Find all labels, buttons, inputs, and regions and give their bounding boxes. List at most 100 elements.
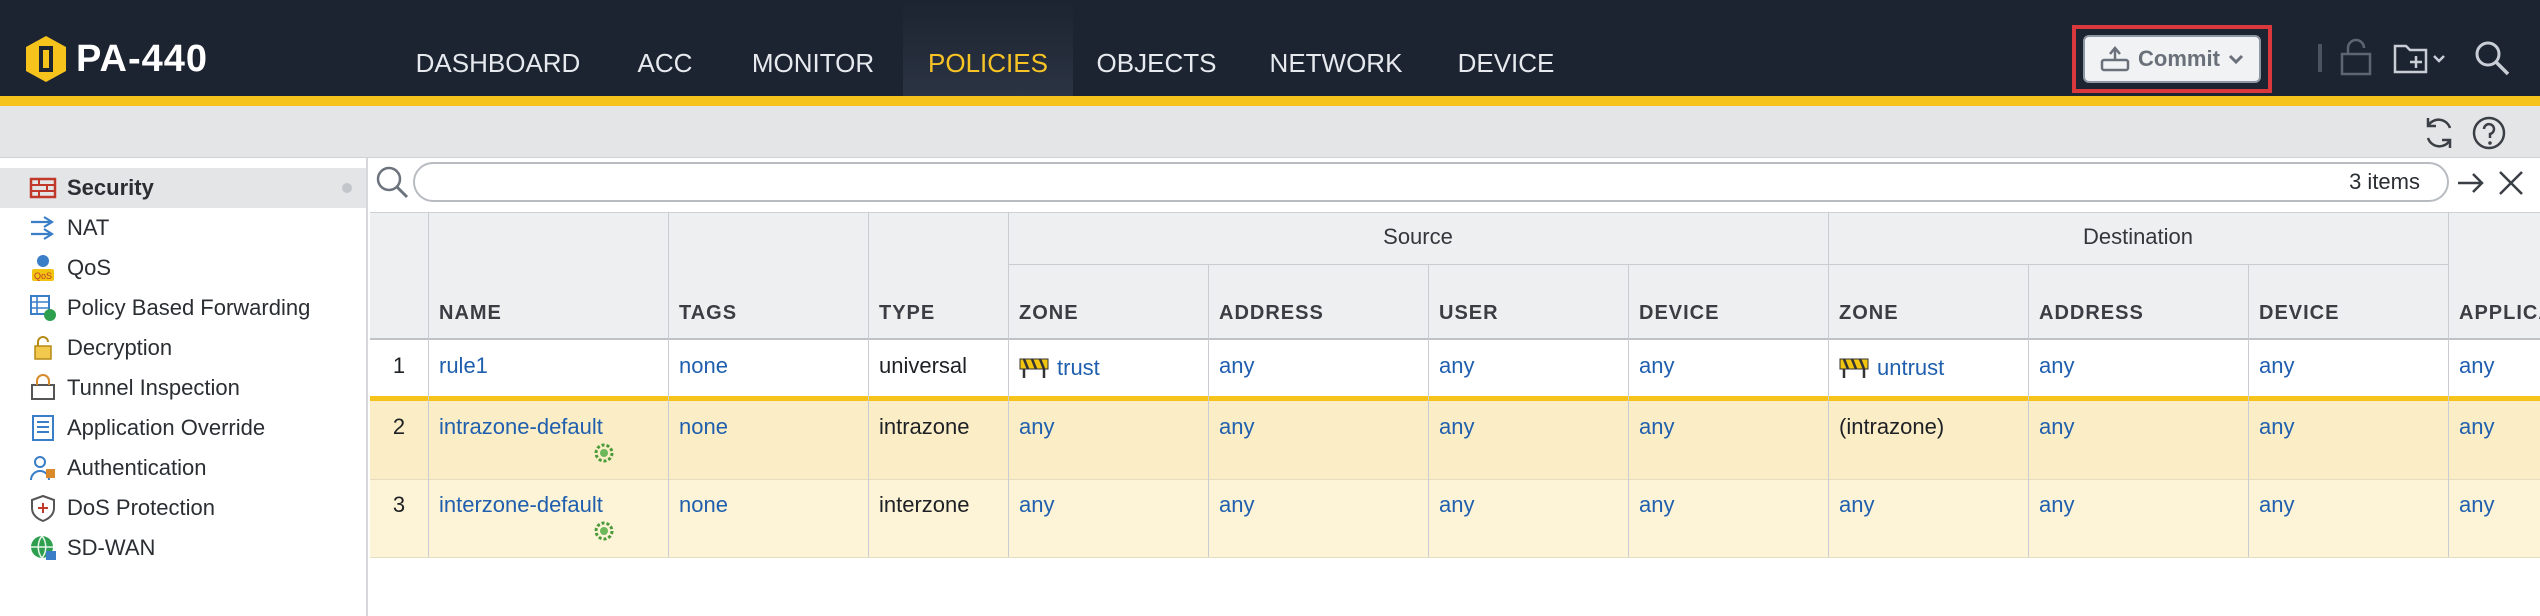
source-address-value[interactable]: any [1219, 491, 1254, 519]
source-user-value[interactable]: any [1439, 352, 1474, 380]
source-device-value[interactable]: any [1639, 413, 1674, 441]
tab-acc[interactable]: ACC [612, 0, 718, 96]
col-divider [1828, 212, 1829, 557]
destination-address-value[interactable]: any [2039, 352, 2074, 380]
sidebar-item-label: Application Override [67, 415, 266, 440]
commit-label: Commit [2138, 46, 2220, 71]
tab-objects[interactable]: OBJECTS [1090, 0, 1223, 96]
source-zone-value[interactable]: any [1019, 491, 1054, 519]
destination-device-value[interactable]: any [2259, 491, 2294, 519]
sidebar-item-label: Decryption [67, 335, 173, 360]
lock-icon [34, 336, 52, 360]
zone-barrier-icon [1019, 358, 1049, 378]
pbf-icon [30, 295, 56, 321]
source-device-value[interactable]: any [1639, 491, 1674, 519]
svg-text:QoS: QoS [34, 271, 52, 281]
source-user-value[interactable]: any [1439, 413, 1474, 441]
col-header-destination-device[interactable]: DEVICE [2259, 302, 2339, 325]
source-address-value[interactable]: any [1219, 352, 1254, 380]
application-value[interactable]: any [2459, 413, 2494, 441]
col-header-source-address[interactable]: ADDRESS [1219, 302, 1324, 325]
zone-barrier-icon [1839, 358, 1869, 378]
rule-name-link[interactable]: rule1 [439, 352, 488, 380]
group-header-destination: Destination [2082, 224, 2194, 249]
sidebar-item-pbf[interactable]: Policy Based Forwarding [0, 288, 366, 328]
destination-device-value[interactable]: any [2259, 413, 2294, 441]
sidebar-item-tunnel-inspection[interactable]: Tunnel Inspection [0, 368, 366, 408]
sidebar-item-label: Authentication [67, 455, 207, 480]
zone-label: untrust [1877, 355, 1945, 380]
help-icon[interactable] [2470, 114, 2508, 152]
col-header-destination-zone[interactable]: ZONE [1839, 302, 1899, 325]
lock-config-icon[interactable] [2336, 38, 2376, 78]
source-zone-cell[interactable]: trust [1019, 354, 1100, 382]
app-logo: PA-440 [26, 36, 208, 82]
row-number: 3 [392, 492, 406, 517]
tab-device[interactable]: DEVICE [1448, 0, 1564, 96]
col-divider [1208, 264, 1209, 557]
sidebar-item-security[interactable]: Security [0, 168, 366, 208]
col-header-name[interactable]: NAME [439, 302, 502, 325]
source-device-value[interactable]: any [1639, 352, 1674, 380]
sidebar-item-qos[interactable]: QoS QoS [0, 248, 366, 288]
destination-device-value[interactable]: any [2259, 352, 2294, 380]
content-toolbar [0, 106, 2540, 158]
col-header-source-zone[interactable]: ZONE [1019, 302, 1079, 325]
tab-policies[interactable]: POLICIES [903, 0, 1073, 96]
tags-value[interactable]: none [679, 352, 728, 380]
tab-dashboard[interactable]: DASHBOARD [405, 0, 591, 96]
predefined-gear-icon [594, 521, 614, 541]
source-zone-value[interactable]: any [1019, 413, 1054, 441]
destination-zone-value[interactable]: any [1839, 491, 1874, 519]
sdwan-globe-icon [31, 535, 56, 560]
destination-address-value[interactable]: any [2039, 491, 2074, 519]
commit-button[interactable]: Commit [2083, 35, 2261, 83]
tab-monitor[interactable]: MONITOR [738, 0, 888, 96]
col-header-tags[interactable]: TAGS [679, 302, 737, 325]
col-header-type[interactable]: TYPE [879, 302, 935, 325]
row-number: 1 [392, 353, 406, 378]
application-value[interactable]: any [2459, 491, 2494, 519]
apply-filter-arrow-icon[interactable] [2454, 166, 2488, 200]
tags-value[interactable]: none [679, 413, 728, 441]
sidebar-item-dos-protection[interactable]: DoS Protection [0, 488, 366, 528]
col-divider [668, 212, 669, 557]
sidebar-item-sd-wan[interactable]: SD-WAN [0, 528, 366, 568]
rule-name-link[interactable]: intrazone-default [439, 413, 603, 441]
col-divider [2248, 264, 2249, 557]
row-divider [370, 557, 2540, 558]
item-count: 3 items [2349, 169, 2420, 194]
security-rules-icon [29, 177, 57, 199]
col-header-application[interactable]: APPLICA [2459, 302, 2540, 325]
refresh-icon[interactable] [2420, 114, 2458, 152]
col-header-source-device[interactable]: DEVICE [1639, 302, 1719, 325]
col-divider [868, 212, 869, 557]
source-user-value[interactable]: any [1439, 491, 1474, 519]
col-divider [2448, 212, 2449, 557]
config-tasks-icon[interactable] [2392, 38, 2450, 78]
rule-name-link[interactable]: interzone-default [439, 491, 603, 519]
application-value[interactable]: any [2459, 352, 2494, 380]
destination-address-value[interactable]: any [2039, 413, 2074, 441]
tab-network[interactable]: NETWORK [1260, 0, 1412, 96]
rule-filter-input[interactable] [413, 162, 2449, 202]
device-name: PA-440 [76, 38, 209, 80]
col-header-destination-address[interactable]: ADDRESS [2039, 302, 2144, 325]
col-divider [2028, 264, 2029, 557]
destination-zone-value: (intrazone) [1839, 414, 1945, 439]
sidebar-item-nat[interactable]: NAT [0, 208, 366, 248]
tags-value[interactable]: none [679, 491, 728, 519]
sidebar-item-label: Tunnel Inspection [67, 375, 240, 400]
destination-zone-cell[interactable]: untrust [1839, 354, 1944, 382]
clear-filter-close-icon[interactable] [2494, 166, 2528, 200]
sidebar-item-label: QoS [67, 255, 112, 280]
sidebar-item-decryption[interactable]: Decryption [0, 328, 366, 368]
sidebar-item-application-override[interactable]: Application Override [0, 408, 366, 448]
global-search-icon[interactable] [2472, 38, 2512, 78]
authentication-icon [30, 456, 55, 481]
source-address-value[interactable]: any [1219, 413, 1254, 441]
col-header-source-user[interactable]: USER [1439, 302, 1499, 325]
col-divider [1428, 264, 1429, 557]
sidebar-item-authentication[interactable]: Authentication [0, 448, 366, 488]
sidebar-item-label: DoS Protection [67, 495, 215, 520]
